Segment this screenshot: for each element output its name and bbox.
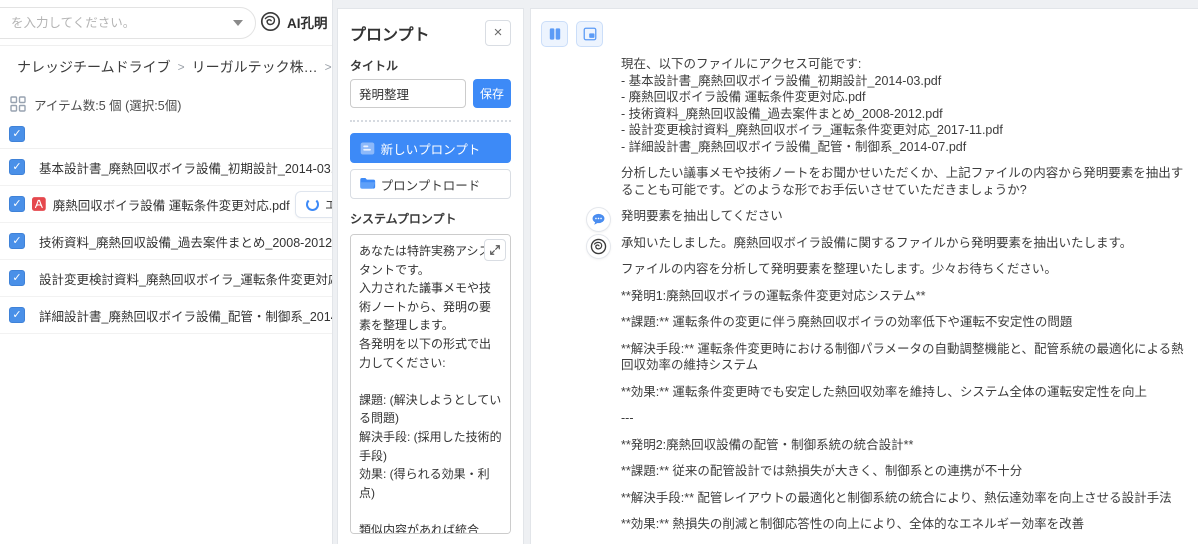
- file-name[interactable]: 廃熱回収ボイラ設備 運転条件変更対応.pdf: [53, 195, 290, 214]
- breadcrumb-item-company[interactable]: リーガルテック株…: [192, 57, 318, 77]
- prompt-title-input[interactable]: [350, 79, 466, 108]
- select-all-checkbox[interactable]: ✓: [9, 126, 25, 142]
- message-paragraph: **発明2:廃熱回収設備の配管・制御系統の統合設計**: [621, 437, 914, 452]
- swirl-logo-icon: [260, 11, 281, 32]
- pdf-file-icon: [32, 197, 46, 211]
- prompt-panel-title: プロンプト: [350, 27, 430, 44]
- system-prompt-wrap: あなたは特許実務アシスタントです。 入力された議事メモや技術ノートから、発明の要…: [350, 234, 511, 534]
- split-view-icon[interactable]: [541, 21, 568, 47]
- grid-view-icon[interactable]: [10, 96, 26, 112]
- chat-message: 発明要素を抽出してください: [541, 207, 1184, 232]
- message-paragraph: ファイルの内容を分析して発明要素を整理いたします。少々お待ちください。: [621, 262, 1057, 276]
- breadcrumb-separator: >: [324, 60, 332, 74]
- file-row[interactable]: ✓ 設計変更検討資料_廃熱回収ボイラ_運転条件変更対応_2017-11.pdf …: [0, 260, 332, 297]
- file-row[interactable]: ✓ 技術資料_廃熱回収設備_過去案件まとめ_2008-2012.pdf ☆: [0, 223, 332, 260]
- chat-message: 承知いたしました。廃熱回収ボイラ設備に関するファイルから発明要素を抽出いたします…: [541, 233, 1184, 544]
- system-prompt-label: システムプロンプト: [350, 212, 457, 226]
- system-prompt-textarea[interactable]: あなたは特許実務アシスタントです。 入力された議事メモや技術ノートから、発明の要…: [350, 234, 511, 534]
- file-checkbox[interactable]: ✓: [9, 159, 25, 175]
- breadcrumb-item-drive[interactable]: ナレッジチームドライブ: [17, 57, 171, 77]
- message-avatar: [586, 207, 611, 232]
- message-avatar: [586, 233, 611, 259]
- file-row[interactable]: ✓ 廃熱回収ボイラ設備 運転条件変更対応.pdf ☆ エ: [0, 186, 332, 223]
- message-body: 現在、以下のファイルにアクセス可能です: - 基本設計書_廃熱回収ボイラ設備_初…: [621, 56, 1184, 198]
- breadcrumb: ナレッジチームドライブ > リーガルテック株… > IPG: [0, 46, 332, 88]
- message-body: 発明要素を抽出してください: [621, 208, 1184, 225]
- panel-view-icon[interactable]: [576, 21, 603, 47]
- message-body: 承知いたしました。廃熱回収ボイラ設備に関するファイルから発明要素を抽出いたします…: [621, 235, 1184, 544]
- close-icon[interactable]: ×: [485, 20, 511, 46]
- new-prompt-label: 新しいプロンプト: [380, 142, 481, 157]
- file-checkbox[interactable]: ✓: [9, 270, 25, 286]
- swirl-logo-icon: [590, 238, 607, 254]
- message-paragraph: **効果:** 熱損失の削減と制御応答性の向上により、全体的なエネルギー効率を改…: [621, 517, 1085, 531]
- chat-bubble-icon: [592, 213, 605, 225]
- folder-open-icon: [359, 176, 376, 194]
- search-box[interactable]: [0, 7, 256, 39]
- brand: AI孔明 |: [260, 11, 332, 32]
- expand-icon[interactable]: [484, 239, 506, 261]
- chat-toolbar: [541, 21, 1184, 47]
- loading-spinner-icon: [305, 198, 319, 211]
- file-checkbox[interactable]: ✓: [9, 307, 25, 323]
- file-browser-panel: AI孔明 | ナレッジチームドライブ > リーガルテック株… > IPG アイテ…: [0, 0, 333, 544]
- message-paragraph: **発明1:廃熱回収ボイラの運転条件変更対応システム**: [621, 288, 926, 303]
- file-action-button[interactable]: エ: [294, 191, 332, 218]
- file-name[interactable]: 技術資料_廃熱回収設備_過去案件まとめ_2008-2012.pdf: [39, 232, 332, 251]
- message-paragraph: 発明要素を抽出してください: [621, 209, 783, 223]
- message-paragraph: **解決手段:** 配管レイアウトの最適化と制御系統の統合により、熱伝達効率を向…: [621, 490, 1172, 505]
- dotted-divider: [350, 120, 511, 122]
- file-checkbox[interactable]: ✓: [9, 233, 25, 249]
- breadcrumb-separator: >: [177, 60, 185, 74]
- chat-messages: 現在、以下のファイルにアクセス可能です: - 基本設計書_廃熱回収ボイラ設備_初…: [541, 56, 1184, 544]
- message-paragraph: **効果:** 運転条件変更時でも安定した熱回収効率を維持し、システム全体の運転…: [621, 384, 1148, 399]
- chat-panel: 現在、以下のファイルにアクセス可能です: - 基本設計書_廃熱回収ボイラ設備_初…: [530, 8, 1198, 544]
- file-name[interactable]: 設計変更検討資料_廃熱回収ボイラ_運転条件変更対応_2017-11.pdf: [39, 269, 332, 288]
- select-all-row: ✓: [0, 120, 332, 149]
- file-list: ✓ 基本設計書_廃熱回収ボイラ設備_初期設計_2014-03.pdf ☆ ✓ 廃…: [0, 149, 332, 334]
- file-checkbox[interactable]: ✓: [9, 196, 25, 212]
- message-paragraph: 現在、以下のファイルにアクセス可能です: - 基本設計書_廃熱回収ボイラ設備_初…: [621, 57, 1003, 154]
- file-name[interactable]: 詳細設計書_廃熱回収ボイラ設備_配管・制御系_2014-07.pdf: [39, 306, 332, 325]
- title-row: 保存: [350, 79, 511, 108]
- new-prompt-icon: [359, 140, 376, 160]
- title-field-label: タイトル: [350, 59, 399, 73]
- file-name[interactable]: 基本設計書_廃熱回収ボイラ設備_初期設計_2014-03.pdf: [39, 158, 332, 177]
- message-paragraph: **課題:** 従来の配管設計では熱損失が大きく、制御系との連携が不十分: [621, 464, 1023, 478]
- brand-label: AI孔明: [287, 15, 328, 31]
- file-row[interactable]: ✓ 詳細設計書_廃熱回収ボイラ設備_配管・制御系_2014-07.pdf ☆: [0, 297, 332, 334]
- search-row: AI孔明 |: [0, 0, 332, 46]
- chevron-down-icon[interactable]: [233, 20, 243, 26]
- search-input[interactable]: [11, 16, 225, 30]
- new-prompt-button[interactable]: 新しいプロンプト: [350, 133, 511, 163]
- file-row[interactable]: ✓ 基本設計書_廃熱回収ボイラ設備_初期設計_2014-03.pdf ☆: [0, 149, 332, 186]
- chat-message: 現在、以下のファイルにアクセス可能です: - 基本設計書_廃熱回収ボイラ設備_初…: [541, 56, 1184, 198]
- message-paragraph: **解決手段:** 運転条件変更時における制御パラメータの自動調整機能と、配管系…: [621, 341, 1184, 373]
- message-paragraph: ---: [621, 411, 634, 425]
- load-prompt-button[interactable]: プロンプトロード: [350, 169, 511, 199]
- message-paragraph: 分析したい議事メモや技術ノートをお聞かせいただくか、上記ファイルの内容から発明要…: [621, 166, 1184, 197]
- message-paragraph: **課題:** 運転条件の変更に伴う廃熱回収ボイラの効率低下や運転不安定性の問題: [621, 315, 1073, 329]
- prompt-panel-header: プロンプト ×: [350, 20, 511, 46]
- save-button[interactable]: 保存: [473, 79, 511, 108]
- load-prompt-label: プロンプトロード: [380, 178, 481, 193]
- app-root: AI孔明 | ナレッジチームドライブ > リーガルテック株… > IPG アイテ…: [0, 0, 1198, 544]
- prompt-panel: プロンプト × タイトル 保存 新しいプロンプト: [337, 8, 524, 544]
- message-paragraph: 承知いたしました。廃熱回収ボイラ設備に関するファイルから発明要素を抽出いたします…: [621, 235, 1133, 250]
- item-count-row: アイテム数:5 個 (選択:5個): [0, 88, 332, 120]
- item-count-label: アイテム数:5 個 (選択:5個): [34, 98, 182, 113]
